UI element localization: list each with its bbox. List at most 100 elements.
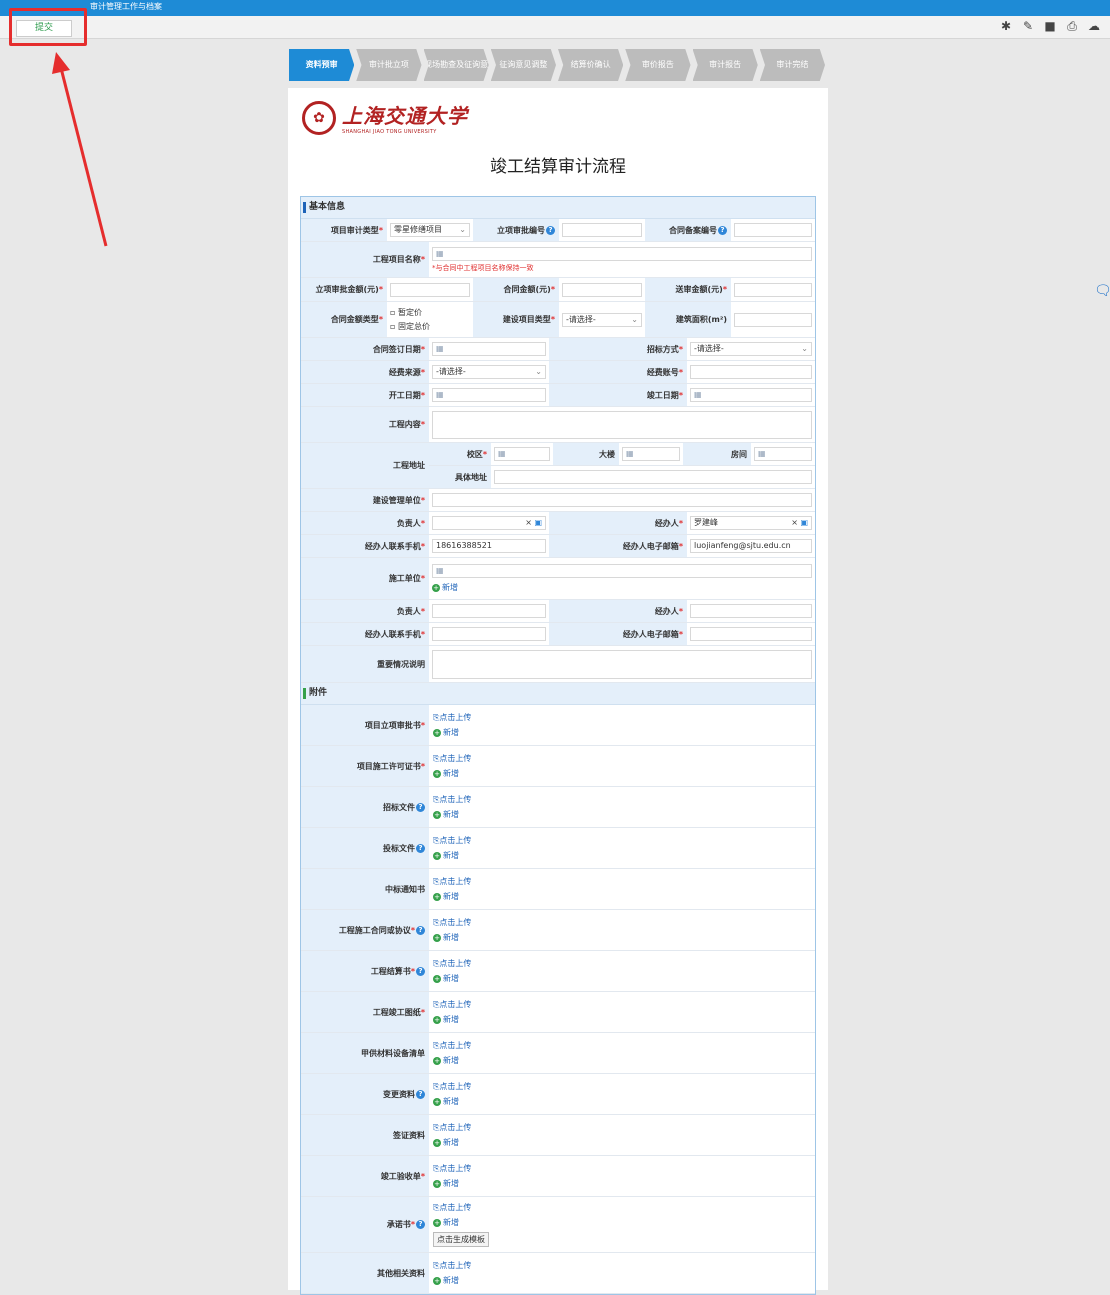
upload-button[interactable]: ⎘点击上传 bbox=[433, 876, 471, 887]
constructor-handler-label: 经办人 bbox=[654, 606, 679, 616]
handler-email-label: 经办人电子邮箱 bbox=[622, 541, 679, 551]
approval-amount-input[interactable] bbox=[390, 282, 470, 297]
building-label: 大楼 bbox=[599, 449, 615, 459]
step-4[interactable]: 结算价确认 bbox=[558, 49, 624, 81]
content-label: 工程内容 bbox=[388, 420, 421, 429]
attachment-add-button[interactable]: + 新增 bbox=[433, 768, 459, 779]
fund-source-select[interactable]: -请选择- bbox=[432, 365, 546, 379]
attachment-add-button[interactable]: + 新增 bbox=[433, 1217, 459, 1228]
generate-template-button[interactable]: 点击生成模板 bbox=[433, 1232, 489, 1247]
attachment-add-button[interactable]: + 新增 bbox=[433, 1014, 459, 1025]
upload-button[interactable]: ⎘点击上传 bbox=[433, 794, 471, 805]
help-icon[interactable]: ? bbox=[416, 1089, 425, 1099]
step-2[interactable]: 现场勘查及征询意见 bbox=[423, 49, 489, 81]
constructor-phone-input[interactable] bbox=[432, 627, 546, 641]
constructor-add-button[interactable]: + 新增 bbox=[432, 582, 458, 593]
bug-icon[interactable]: ✱ bbox=[998, 19, 1014, 34]
finish-date-input[interactable] bbox=[690, 388, 812, 402]
bid-method-label: 招标方式 bbox=[646, 344, 679, 354]
handler-input[interactable]: 罗建峰 × ▣ bbox=[690, 516, 812, 530]
submit-amount-input[interactable] bbox=[734, 282, 812, 297]
attachment-label: 工程结算书 bbox=[370, 966, 411, 976]
cloud-icon[interactable]: ☁ bbox=[1086, 19, 1102, 34]
contract-type-provisional[interactable]: ▫ 暂定价 bbox=[390, 307, 422, 318]
mgmt-unit-input[interactable] bbox=[432, 493, 812, 507]
help-icon[interactable]: ? bbox=[416, 802, 425, 812]
approval-no-input[interactable] bbox=[562, 223, 642, 237]
edit-icon[interactable]: ✎ bbox=[1020, 19, 1036, 34]
upload-button[interactable]: ⎘点击上传 bbox=[433, 835, 471, 846]
step-7[interactable]: 审计完结 bbox=[759, 49, 825, 81]
attachment-add-button[interactable]: + 新增 bbox=[433, 891, 459, 902]
campus-input[interactable] bbox=[494, 447, 550, 461]
upload-button[interactable]: ⎘点击上传 bbox=[433, 999, 471, 1010]
constructor-head-input[interactable] bbox=[432, 604, 546, 618]
constructor-label: 施工单位 bbox=[388, 574, 421, 583]
attachment-add-button[interactable]: + 新增 bbox=[433, 973, 459, 984]
save-icon[interactable]: ■ bbox=[1042, 19, 1058, 34]
room-input[interactable] bbox=[754, 447, 812, 461]
handler-email-input[interactable]: luojianfeng@sjtu.edu.cn bbox=[690, 539, 812, 553]
mgmt-unit-label: 建设管理单位 bbox=[372, 495, 421, 505]
upload-button[interactable]: ⎘点击上传 bbox=[433, 1260, 471, 1271]
audit-type-select[interactable]: 零星修缮项目 bbox=[390, 223, 470, 237]
attachment-add-button[interactable]: + 新增 bbox=[433, 1178, 459, 1189]
sign-date-label: 合同签订日期 bbox=[372, 344, 421, 354]
university-seal-icon: ✿ bbox=[302, 100, 336, 135]
step-5[interactable]: 审价报告 bbox=[625, 49, 691, 81]
area-input[interactable] bbox=[734, 312, 812, 327]
detail-address-input[interactable] bbox=[494, 470, 812, 484]
notes-textarea[interactable] bbox=[432, 649, 812, 679]
add-icon: + bbox=[433, 892, 441, 901]
building-input[interactable] bbox=[622, 447, 680, 461]
attachment-add-button[interactable]: + 新增 bbox=[433, 1096, 459, 1107]
attachment-add-button[interactable]: + 新增 bbox=[433, 1275, 459, 1286]
help-icon[interactable]: ? bbox=[416, 843, 425, 853]
start-date-input[interactable] bbox=[432, 388, 546, 402]
head-input[interactable]: × ▣ bbox=[432, 516, 546, 530]
step-1[interactable]: 审计批立项 bbox=[356, 49, 422, 81]
upload-button[interactable]: ⎘点击上传 bbox=[433, 712, 471, 723]
build-type-select[interactable]: -请选择- bbox=[562, 312, 642, 327]
step-0[interactable]: 资料预审 bbox=[289, 49, 355, 81]
step-3[interactable]: 征询意见调整 bbox=[490, 49, 556, 81]
attachment-label: 招标文件 bbox=[383, 802, 415, 812]
project-name-input[interactable] bbox=[432, 246, 812, 261]
attachment-add-button[interactable]: + 新增 bbox=[433, 727, 459, 738]
help-icon[interactable]: ? bbox=[416, 1220, 425, 1229]
handler-phone-input[interactable]: 18616388521 bbox=[432, 539, 546, 553]
chat-icon[interactable]: 🗨 bbox=[1094, 283, 1110, 301]
attachment-label: 中标通知书 bbox=[385, 884, 425, 894]
upload-button[interactable]: ⎘点击上传 bbox=[433, 1163, 471, 1174]
upload-button[interactable]: ⎘点击上传 bbox=[433, 1122, 471, 1133]
constructor-head-label: 负责人 bbox=[396, 606, 421, 616]
attachment-add-button[interactable]: + 新增 bbox=[433, 1137, 459, 1148]
upload-button[interactable]: ⎘点击上传 bbox=[433, 958, 471, 969]
attachment-label: 项目施工许可证书 bbox=[356, 761, 421, 771]
upload-button[interactable]: ⎘点击上传 bbox=[433, 1040, 471, 1051]
contract-filing-input[interactable] bbox=[734, 223, 812, 237]
university-logo: ✿ 上海交通大学 SHANGHAI JIAO TONG UNIVERSITY bbox=[302, 100, 468, 135]
attachment-add-button[interactable]: + 新增 bbox=[433, 1055, 459, 1066]
help-icon[interactable]: ? bbox=[416, 925, 425, 935]
attachment-add-button[interactable]: + 新增 bbox=[433, 932, 459, 943]
upload-button[interactable]: ⎘点击上传 bbox=[433, 1081, 471, 1092]
upload-button[interactable]: ⎘点击上传 bbox=[433, 917, 471, 928]
contract-type-fixed[interactable]: ▫ 固定总价 bbox=[390, 321, 430, 332]
step-6[interactable]: 审计报告 bbox=[692, 49, 758, 81]
constructor-handler-input[interactable] bbox=[690, 604, 812, 618]
content-textarea[interactable] bbox=[432, 410, 812, 439]
approval-no-label: 立项审批编号 bbox=[497, 225, 545, 235]
print-icon[interactable]: ⎙ bbox=[1064, 19, 1080, 34]
sign-date-input[interactable] bbox=[432, 342, 546, 356]
fund-account-input[interactable] bbox=[690, 365, 812, 379]
contract-amount-input[interactable] bbox=[562, 282, 642, 297]
help-icon[interactable]: ? bbox=[416, 966, 425, 976]
bid-method-select[interactable]: -请选择- bbox=[690, 342, 812, 356]
upload-button[interactable]: ⎘点击上传 bbox=[433, 1202, 471, 1213]
attachment-add-button[interactable]: + 新增 bbox=[433, 809, 459, 820]
attachment-add-button[interactable]: + 新增 bbox=[433, 850, 459, 861]
upload-button[interactable]: ⎘点击上传 bbox=[433, 753, 471, 764]
constructor-input[interactable] bbox=[432, 564, 812, 578]
constructor-email-input[interactable] bbox=[690, 627, 812, 641]
